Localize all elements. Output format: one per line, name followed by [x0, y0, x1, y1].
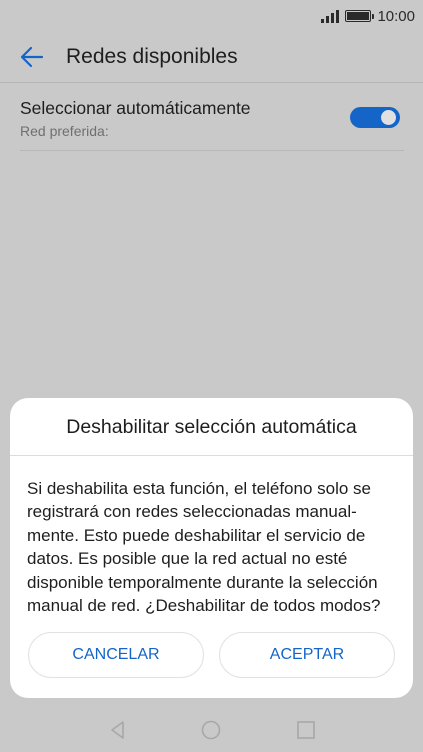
signal-icon — [321, 9, 340, 23]
toggle-knob — [381, 110, 396, 125]
dialog-message-line: registrará con redes seleccionadas manua… — [27, 502, 357, 522]
auto-select-toggle[interactable] — [350, 107, 400, 128]
status-bar: 10:00 — [0, 0, 423, 32]
dialog-divider — [10, 455, 413, 456]
dialog-message-line: datos. Es posible que la red actual no e… — [27, 549, 348, 569]
disable-auto-select-dialog: Deshabilitar selección automática Si des… — [10, 398, 413, 698]
page-title: Redes disponibles — [66, 45, 238, 68]
setting-title: Seleccionar automáticamente — [20, 98, 251, 118]
recents-square-icon[interactable] — [296, 720, 316, 740]
battery-icon — [345, 10, 375, 22]
dialog-message-line: Si deshabilita esta función, el teléfono… — [27, 479, 372, 498]
back-triangle-icon[interactable] — [108, 720, 128, 740]
status-time: 10:00 — [377, 7, 415, 25]
dialog-message-line: manual de red. ¿Deshabilitar de todos mo… — [27, 596, 381, 616]
status-icons: 10:00 — [321, 7, 415, 25]
setting-subtitle: Red preferida: — [20, 123, 109, 139]
accept-button[interactable]: ACEPTAR — [219, 632, 395, 678]
back-arrow-icon[interactable] — [18, 43, 46, 71]
dialog-title: Deshabilitar selección automática — [66, 416, 357, 438]
dialog-message-line: disponible temporalmente durante la sele… — [27, 572, 378, 592]
home-circle-icon[interactable] — [201, 720, 221, 740]
dialog-message-line: mente. Esto puede deshabilitar el servic… — [27, 525, 366, 545]
dialog-buttons: CANCELAR ACEPTAR — [28, 632, 395, 678]
cancel-button[interactable]: CANCELAR — [28, 632, 204, 678]
toolbar: Redes disponibles — [0, 32, 423, 83]
dialog-message: Si deshabilita esta función, el teléfono… — [27, 477, 399, 617]
auto-select-setting-row[interactable]: Seleccionar automáticamente Red preferid… — [20, 86, 404, 151]
navigation-bar — [0, 708, 423, 752]
